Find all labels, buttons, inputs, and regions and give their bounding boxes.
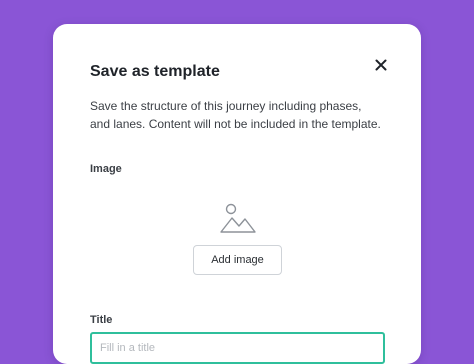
title-input[interactable] — [90, 332, 385, 364]
close-icon[interactable] — [373, 57, 389, 73]
dialog-description: Save the structure of this journey inclu… — [90, 99, 381, 131]
add-image-button[interactable]: Add image — [193, 245, 282, 275]
title-label: Title — [90, 314, 113, 326]
save-template-dialog: Save as template Save the structure of t… — [53, 24, 421, 364]
image-icon — [220, 203, 256, 233]
dialog-title: Save as template — [90, 63, 220, 80]
image-label: Image — [90, 163, 122, 175]
